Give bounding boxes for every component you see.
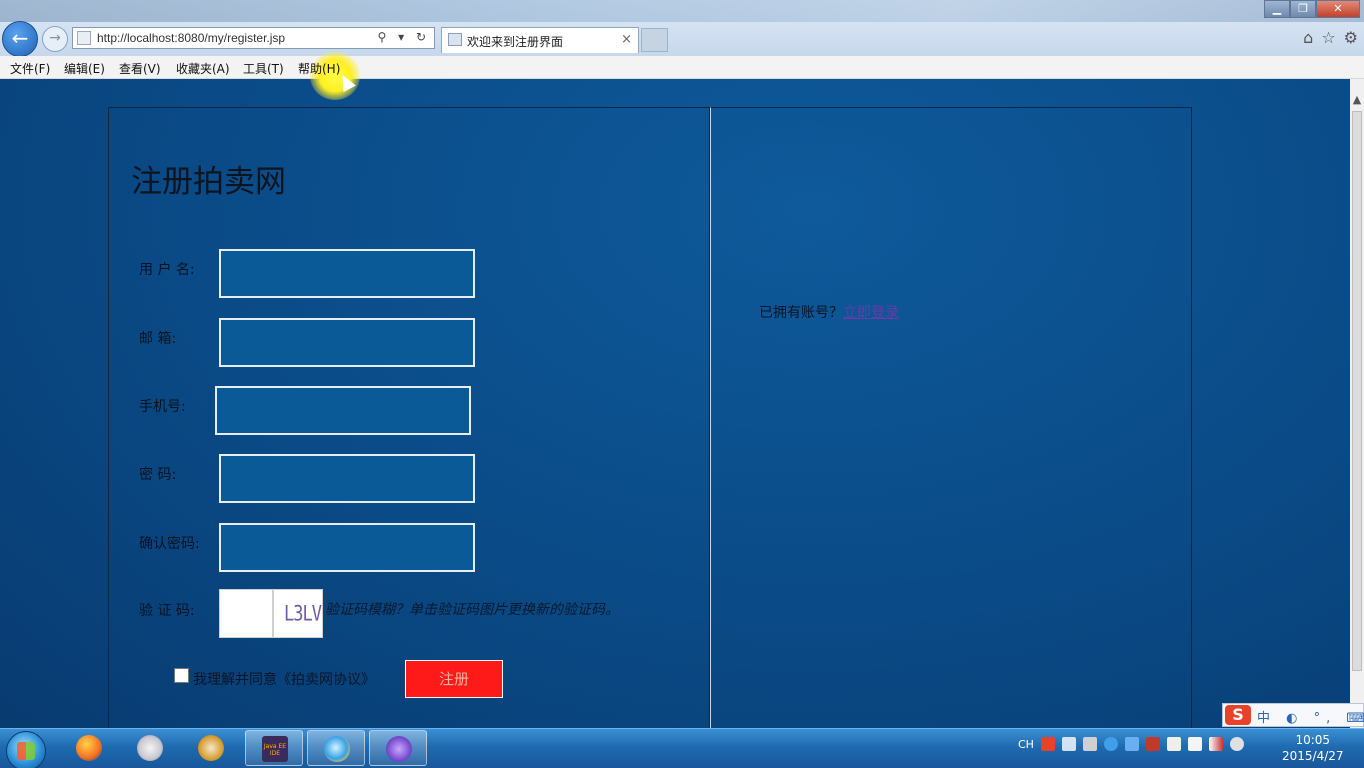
maximize-button[interactable]: ❐ <box>1290 0 1316 18</box>
email-input[interactable] <box>219 318 475 367</box>
address-search-refresh-icons[interactable]: ⚲ ▾ ↻ <box>378 30 431 44</box>
password-input[interactable] <box>219 454 475 503</box>
title-bar-backdrop <box>0 0 1364 22</box>
browser-chrome: ← → http://localhost:8080/my/register.js… <box>0 0 1364 57</box>
menu-favorites[interactable]: 收藏夹(A) <box>176 60 230 77</box>
internet-explorer-icon <box>324 736 350 762</box>
taskbar-java-ee-ide[interactable]: Java EE IDE <box>245 730 303 766</box>
agree-label: 我理解并同意《拍卖网协议》 <box>193 672 375 688</box>
clock-date: 2015/4/27 <box>1282 749 1344 763</box>
have-account-text: 已拥有账号？立即登录 <box>759 302 899 322</box>
menu-bar: 文件(F) 编辑(E) 查看(V) 收藏夹(A) 工具(T) 帮助(H) <box>0 56 1364 79</box>
windows-logo-icon <box>17 742 35 760</box>
language-indicator[interactable]: CH <box>1018 738 1034 751</box>
page-icon <box>77 31 91 45</box>
menu-edit[interactable]: 编辑(E) <box>64 60 105 77</box>
flag-tray-icon[interactable] <box>1166 737 1181 751</box>
browser-tools: ⌂ ☆ ⚙ <box>1303 28 1358 47</box>
agree-checkbox[interactable] <box>174 668 189 683</box>
taskbar: Java EE IDE CH 10:05 2015/4/27 <box>0 728 1364 768</box>
back-button[interactable]: ← <box>2 21 38 57</box>
sogou-ime-icon[interactable]: S <box>1225 705 1251 725</box>
captcha-label: 验 证 码: <box>139 603 195 619</box>
start-button[interactable] <box>6 731 46 768</box>
address-bar[interactable]: http://localhost:8080/my/register.jsp ⚲ … <box>72 27 435 49</box>
favorites-star-icon[interactable]: ☆ <box>1321 28 1335 47</box>
scroll-thumb[interactable] <box>1352 111 1362 671</box>
sogou-tray-icon[interactable] <box>1040 737 1055 751</box>
network-tray-icon[interactable] <box>1082 737 1097 751</box>
device-tray-icon[interactable] <box>1187 737 1202 751</box>
menu-tools[interactable]: 工具(T) <box>243 60 284 77</box>
q-tray-icon[interactable] <box>1103 737 1118 751</box>
captcha-input[interactable] <box>219 589 273 638</box>
username-label: 用 户 名: <box>139 262 195 278</box>
java-ee-ide-label: Java EE IDE <box>263 743 287 757</box>
captcha-hint: 验证码模糊？单击验证码图片更换新的验证码。 <box>325 602 619 618</box>
minimize-button[interactable]: ▁ <box>1264 0 1290 18</box>
new-tab-button[interactable] <box>641 28 668 52</box>
username-input[interactable] <box>219 249 475 298</box>
tab-title: 欢迎来到注册界面 <box>467 35 564 49</box>
clock-time: 10:05 <box>1295 733 1331 747</box>
taskbar-search-app[interactable] <box>182 730 240 766</box>
forward-button[interactable]: → <box>42 26 68 52</box>
captcha-image-text: L3LV <box>284 601 322 627</box>
login-link[interactable]: 立即登录 <box>843 305 899 321</box>
dolphin-icon <box>386 736 412 762</box>
password-label: 密 码: <box>139 467 177 483</box>
address-url[interactable]: http://localhost:8080/my/register.jsp <box>97 31 285 45</box>
home-icon[interactable]: ⌂ <box>1303 28 1313 47</box>
window-controls: ▁ ❐ ✕ <box>1264 0 1360 18</box>
app-2-icon <box>137 735 163 761</box>
tab-favicon-icon <box>448 33 462 46</box>
firefox-icon <box>76 735 102 761</box>
ime-controls[interactable]: 中 ◐ °, ⌨ ✎ <box>1257 707 1364 726</box>
a-tray-icon[interactable] <box>1124 737 1139 751</box>
menu-file[interactable]: 文件(F) <box>10 60 50 77</box>
taskbar-app-6[interactable] <box>369 730 427 766</box>
menu-view[interactable]: 查看(V) <box>119 60 161 77</box>
taskbar-internet-explorer[interactable] <box>307 730 365 766</box>
magnifier-icon <box>198 735 224 761</box>
volume-muted-icon[interactable] <box>1229 737 1244 751</box>
menu-help[interactable]: 帮助(H) <box>298 60 340 77</box>
page-title: 注册拍卖网 <box>131 164 286 200</box>
taskbar-app-2[interactable] <box>121 730 179 766</box>
settings-gear-icon[interactable]: ⚙ <box>1344 28 1358 47</box>
register-submit-button[interactable]: 注册 <box>405 660 503 698</box>
scroll-up-icon[interactable]: ▲ <box>1350 93 1364 106</box>
page-viewport: 注册拍卖网 用 户 名: 邮 箱: 手机号: 密 码: 确认密码: 验 证 码:… <box>0 79 1350 728</box>
taskbar-firefox[interactable] <box>60 730 118 766</box>
email-label: 邮 箱: <box>139 331 177 347</box>
confirm-password-label: 确认密码: <box>139 536 200 552</box>
ime-tray-icon[interactable] <box>1061 737 1076 751</box>
captcha-image[interactable]: L3LV <box>273 589 323 638</box>
register-panel: 注册拍卖网 用 户 名: 邮 箱: 手机号: 密 码: 确认密码: 验 证 码:… <box>108 107 710 728</box>
phone-label: 手机号: <box>139 399 186 415</box>
confirm-password-input[interactable] <box>219 523 475 572</box>
tab-close-icon[interactable]: × <box>621 32 632 47</box>
ime-toolbar: S 中 ◐ °, ⌨ ✎ <box>1222 703 1364 727</box>
clock[interactable]: 10:05 2015/4/27 <box>1282 732 1344 764</box>
system-tray: CH <box>1018 737 1244 751</box>
close-window-button[interactable]: ✕ <box>1316 0 1360 18</box>
have-account-label: 已拥有账号？ <box>759 305 843 321</box>
signal-tray-icon[interactable] <box>1208 737 1223 751</box>
vertical-scrollbar[interactable]: ▲ <box>1350 79 1364 728</box>
phone-input[interactable] <box>215 386 471 435</box>
login-panel: 已拥有账号？立即登录 <box>710 107 1192 728</box>
red-tray-icon[interactable] <box>1145 737 1160 751</box>
tab-register[interactable]: 欢迎来到注册界面 × <box>441 27 639 53</box>
